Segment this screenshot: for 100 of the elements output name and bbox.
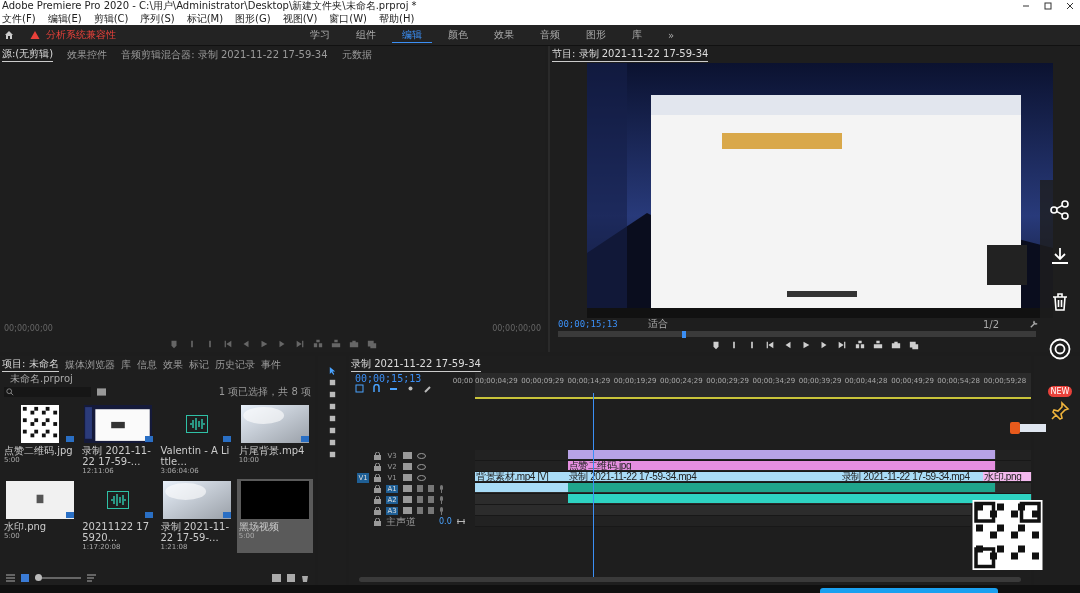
alert-text[interactable]: 分析系统兼容性 — [46, 28, 116, 42]
target-icon[interactable] — [1049, 338, 1071, 360]
menu-item[interactable]: 编辑(E) — [47, 12, 82, 25]
menu-item[interactable]: 序列(S) — [140, 12, 175, 25]
timeline-clip[interactable]: 录制 2021-11-22 17-59-34.mp4 — [840, 472, 985, 481]
media-name: 20211122 175920... — [82, 521, 151, 543]
menu-item[interactable]: 帮助(H) — [379, 12, 415, 25]
insert-icon[interactable] — [855, 340, 865, 351]
panel-tab[interactable]: 媒体浏览器 — [64, 357, 115, 372]
slider-thumb[interactable] — [35, 574, 43, 581]
menu-item[interactable]: 文件(F) — [2, 12, 36, 25]
panel-tab[interactable]: 节目: 录制 2021-11-22 17-59-34 — [552, 47, 709, 62]
workspace-tab[interactable]: 颜色 — [437, 28, 478, 42]
panel-tab[interactable]: 项目: 未命名 — [2, 357, 59, 372]
panel-tab[interactable]: 效果 — [162, 357, 183, 372]
minimize-button[interactable] — [1022, 2, 1030, 10]
clip-type-icon — [301, 436, 309, 442]
step-back-icon[interactable] — [783, 340, 793, 351]
timeline-clip[interactable] — [779, 483, 997, 492]
timeline-clip[interactable]: 水印.png — [983, 472, 1032, 481]
panel-tab[interactable]: 源:(无剪辑) — [2, 47, 54, 62]
zoom-dropdown[interactable]: 适合 — [647, 317, 668, 331]
selection-tool-icon[interactable] — [327, 366, 337, 375]
go-to-out-icon[interactable] — [837, 340, 847, 351]
home-icon[interactable] — [4, 30, 14, 40]
workspace-tab[interactable]: 图形 — [575, 28, 616, 42]
maximize-button[interactable] — [1044, 2, 1052, 10]
timeline-clip[interactable] — [567, 483, 781, 492]
step-forward-icon[interactable] — [819, 340, 829, 351]
close-button[interactable] — [1066, 2, 1074, 10]
menu-item[interactable]: 剪辑(C) — [93, 12, 129, 25]
download-icon[interactable] — [1050, 246, 1070, 266]
go-to-end-icon[interactable] — [456, 518, 465, 525]
play-icon[interactable] — [801, 340, 811, 351]
input-method-icon[interactable] — [1010, 422, 1046, 434]
pin-icon[interactable] — [1050, 401, 1070, 421]
workspace-tab[interactable]: 学习 — [299, 28, 340, 42]
go-to-in-icon[interactable] — [765, 340, 775, 351]
volume-value[interactable]: 0.0 — [439, 517, 452, 526]
scroll-bar[interactable] — [359, 577, 1021, 582]
lock-icon[interactable] — [374, 484, 381, 493]
nest-icon[interactable] — [355, 384, 364, 393]
playhead-line[interactable] — [593, 393, 595, 577]
overwrite-icon[interactable] — [873, 340, 883, 351]
menu-item[interactable]: 标记(M) — [186, 12, 224, 25]
clip-type-icon — [222, 436, 231, 442]
timeline-clip[interactable]: 录制 2021-11-22 17-59-34.mp4 — [567, 472, 781, 481]
more-workspaces-button[interactable]: » — [657, 29, 684, 41]
trash-icon[interactable] — [1050, 292, 1070, 312]
list-view-icon[interactable] — [6, 574, 15, 582]
settings-icon[interactable] — [423, 384, 432, 393]
lock-icon[interactable] — [374, 473, 381, 482]
workspace-tab[interactable]: 库 — [621, 28, 652, 42]
waveform-icon — [185, 415, 208, 433]
workspace-tab[interactable]: 组件 — [345, 28, 386, 42]
timecode: 00;00;00;00 — [492, 324, 541, 335]
timeline-clip[interactable] — [567, 494, 1032, 503]
timeline-clip[interactable] — [475, 483, 569, 492]
microphone-icon[interactable] — [439, 484, 444, 493]
button-editor-icon[interactable] — [909, 340, 919, 351]
timeline-clip[interactable] — [567, 450, 997, 459]
add-marker-icon[interactable] — [406, 384, 415, 393]
track-label[interactable]: 主声道 — [386, 514, 416, 529]
marker-icon[interactable] — [711, 340, 721, 351]
menu-item[interactable]: 窗口(W) — [329, 12, 367, 25]
panel-tab[interactable]: 音频剪辑混合器: 录制 2021-11-22 17-59-34 — [121, 47, 328, 62]
lock-icon[interactable] — [374, 451, 381, 460]
workspace-tab[interactable]: 音频 — [529, 28, 570, 42]
menu-item[interactable]: 图形(G) — [235, 12, 271, 25]
wrench-icon[interactable] — [1029, 319, 1038, 329]
clip-type-icon — [144, 512, 153, 518]
timeline-clip[interactable]: 背景素材.mp4 [V] — [475, 472, 569, 481]
lock-icon[interactable] — [374, 495, 381, 504]
panel-tab[interactable]: 效果控件 — [67, 47, 108, 62]
panel-tab[interactable]: 库 — [120, 357, 131, 372]
media-name: 录制 2021-11-22 17-59-... — [160, 521, 231, 543]
lock-icon[interactable] — [374, 506, 381, 515]
workspace-tab[interactable]: 编辑 — [391, 27, 432, 43]
microphone-icon[interactable] — [439, 506, 444, 515]
menu-item[interactable]: 视图(V) — [282, 12, 318, 25]
sort-icon[interactable] — [87, 574, 96, 582]
workspace-tab[interactable]: 效果 — [483, 28, 524, 42]
panel-tab[interactable]: 信息 — [136, 357, 157, 372]
scrubber-track[interactable] — [558, 331, 1036, 338]
panel-tab[interactable]: 录制 2021-11-22 17-59-34 — [351, 357, 481, 372]
share-icon[interactable] — [1050, 200, 1070, 220]
search-field[interactable] — [4, 387, 91, 397]
lock-icon[interactable] — [374, 517, 381, 526]
snap-icon[interactable] — [372, 384, 381, 393]
new-badge: NEW — [1047, 386, 1073, 397]
panel-tab[interactable]: 元数据 — [341, 47, 372, 62]
camera-icon[interactable] — [891, 340, 901, 351]
trash-icon[interactable] — [301, 574, 309, 582]
panel-tab[interactable]: 标记 — [188, 357, 209, 372]
panel-tab[interactable]: 事件 — [260, 357, 281, 372]
lock-icon[interactable] — [374, 462, 381, 471]
microphone-icon[interactable] — [439, 495, 444, 504]
resolution-dropdown[interactable]: 1/2 — [982, 318, 999, 330]
playhead-handle[interactable] — [682, 331, 687, 338]
panel-tab[interactable]: 历史记录 — [214, 357, 255, 372]
